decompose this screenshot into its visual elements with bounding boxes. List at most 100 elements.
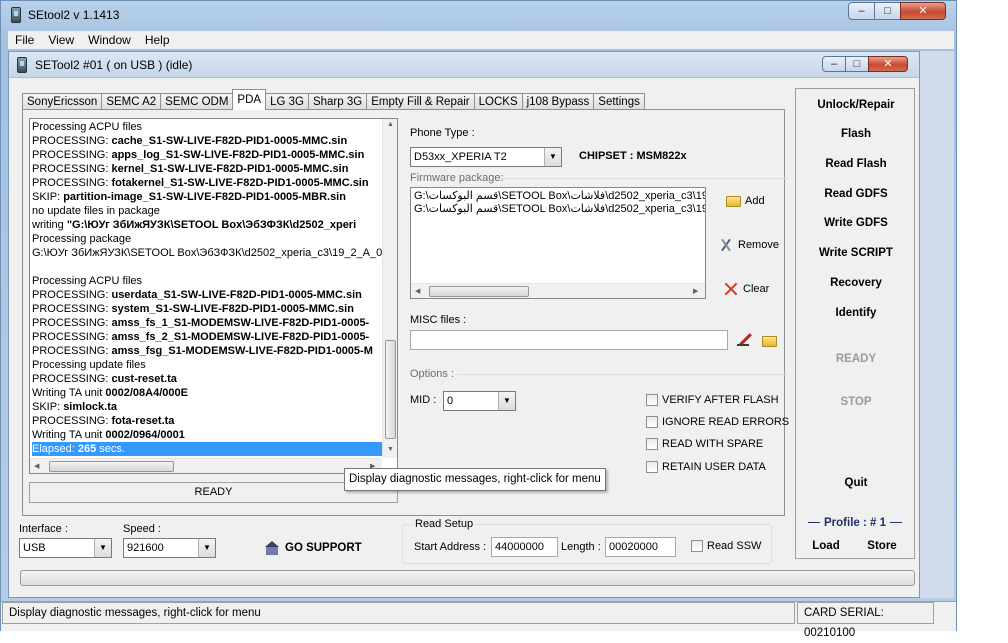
edit-pen-icon[interactable] — [737, 332, 753, 348]
close-button[interactable]: ✕ — [900, 2, 946, 20]
retain-user-data-checkbox[interactable]: RETAIN USER DATA — [646, 461, 766, 473]
tab-locks[interactable]: LOCKS — [473, 93, 523, 110]
log-vertical-scrollbar[interactable]: ▲ ▼ — [382, 119, 397, 458]
scroll-down-arrow-icon[interactable]: ▼ — [383, 446, 397, 453]
checkbox-box — [646, 416, 658, 428]
tab-semc-odm[interactable]: SEMC ODM — [160, 93, 234, 110]
remove-button[interactable]: Remove — [719, 238, 779, 252]
log-line[interactable]: PROCESSING: fotakernel_S1-SW-LIVE-F82D-P… — [32, 176, 382, 190]
tab-pda[interactable]: PDA — [232, 89, 267, 110]
unlock-repair-button[interactable]: Unlock/Repair — [796, 99, 916, 111]
maximize-button[interactable]: □ — [874, 2, 901, 20]
interface-select[interactable]: USB ▼ — [19, 538, 112, 558]
tab-semc-a2[interactable]: SEMC A2 — [101, 93, 162, 110]
go-support-button[interactable]: GO SUPPORT — [265, 541, 362, 555]
recovery-button[interactable]: Recovery — [796, 277, 916, 289]
log-horizontal-scrollbar[interactable]: ◀ ▶ — [30, 458, 382, 473]
log-line[interactable]: PROCESSING: amss_fs_2_S1-MODEMSW-LIVE-F8… — [32, 330, 382, 344]
start-address-input[interactable]: 44000000 — [491, 537, 558, 557]
log-line[interactable]: SKIP: simlock.ta — [32, 400, 382, 414]
quit-button[interactable]: Quit — [796, 477, 916, 489]
menu-view[interactable]: View — [41, 33, 81, 47]
child-close-button[interactable]: ✕ — [868, 56, 908, 72]
phone-type-select[interactable]: D53xx_XPERIA T2 ▼ — [410, 147, 562, 167]
scroll-left-arrow-icon[interactable]: ◀ — [34, 462, 39, 470]
speed-select[interactable]: 921600 ▼ — [123, 538, 216, 558]
log-line[interactable]: G:\ЮУг ЗбИжЯУЗК\SETOOL Box\ЭбЗФЗК\d2502_… — [32, 246, 382, 260]
clear-button[interactable]: Clear — [724, 282, 769, 296]
log-line[interactable] — [32, 260, 382, 274]
log-line-text: G:\ЮУг ЗбИжЯУЗК\SETOOL Box\ЭбЗФЗК\d2502_… — [32, 247, 382, 259]
read-gdfs-button[interactable]: Read GDFS — [796, 188, 916, 200]
log-line[interactable]: PROCESSING: system_S1-SW-LIVE-F82D-PID1-… — [32, 302, 382, 316]
scroll-up-arrow-icon[interactable]: ▲ — [383, 121, 397, 128]
log-line-value: 265 — [77, 443, 97, 455]
log-line-value: kernel_S1-SW-LIVE-F82D-PID1-0005-MMC.sin — [111, 163, 349, 175]
tab-lg-3g[interactable]: LG 3G — [265, 93, 309, 110]
child-minimize-button[interactable]: – — [822, 56, 846, 72]
log-line[interactable]: PROCESSING: amss_fsg_S1-MODEMSW-LIVE-F82… — [32, 344, 382, 358]
log-line[interactable]: SKIP: partition-image_S1-SW-LIVE-F82D-PI… — [32, 190, 382, 204]
log-line[interactable]: PROCESSING: kernel_S1-SW-LIVE-F82D-PID1-… — [32, 162, 382, 176]
minimize-button[interactable]: – — [848, 2, 875, 20]
log-line[interactable]: Processing ACPU files — [32, 274, 382, 288]
menu-help[interactable]: Help — [138, 33, 177, 47]
log-line[interactable]: PROCESSING: userdata_S1-SW-LIVE-F82D-PID… — [32, 288, 382, 302]
log-line-value: cust-reset.ta — [111, 373, 177, 385]
menu-window[interactable]: Window — [81, 33, 138, 47]
log-line-value: fotakernel_S1-SW-LIVE-F82D-PID1-0005-MMC… — [111, 177, 369, 189]
log-line[interactable]: Processing ACPU files — [32, 120, 382, 134]
log-line[interactable]: no update files in package — [32, 204, 382, 218]
tab-empty-fill-repair[interactable]: Empty Fill & Repair — [366, 93, 475, 110]
log-line[interactable]: Writing TA unit 0002/0964/0001 — [32, 428, 382, 442]
log-vscroll-thumb[interactable] — [385, 340, 396, 439]
mdi-background — [920, 51, 954, 598]
log-line[interactable]: PROCESSING: apps_log_S1-SW-LIVE-F82D-PID… — [32, 148, 382, 162]
log-line[interactable]: PROCESSING: amss_fs_1_S1-MODEMSW-LIVE-F8… — [32, 316, 382, 330]
scroll-left-arrow-icon[interactable]: ◀ — [415, 287, 420, 295]
log-line[interactable]: PROCESSING: fota-reset.ta — [32, 414, 382, 428]
tab-sharp-3g[interactable]: Sharp 3G — [307, 93, 368, 110]
status-message: Display diagnostic messages, right-click… — [2, 602, 795, 624]
firmware-file-item[interactable]: G:\قسم البوكسات\SETOOL Box\فلاشات\d2502_… — [411, 190, 705, 203]
write-gdfs-button[interactable]: Write GDFS — [796, 217, 916, 229]
open-folder-icon[interactable] — [762, 336, 777, 347]
firmware-horizontal-scrollbar[interactable]: ◀ ▶ — [411, 283, 705, 298]
menu-file[interactable]: File — [8, 33, 41, 47]
identify-button[interactable]: Identify — [796, 307, 916, 319]
ignore-read-errors-checkbox[interactable]: IGNORE READ ERRORS — [646, 416, 789, 428]
child-maximize-button[interactable]: □ — [845, 56, 869, 72]
write-script-button[interactable]: Write SCRIPT — [796, 247, 916, 259]
mid-select[interactable]: 0 ▼ — [443, 391, 516, 411]
store-profile-button[interactable]: Store — [852, 540, 912, 552]
tab-sonyericsson[interactable]: SonyEricsson — [22, 93, 103, 110]
length-input[interactable]: 00020000 — [605, 537, 676, 557]
firmware-hscroll-thumb[interactable] — [429, 286, 529, 297]
tab-j108-bypass[interactable]: j108 Bypass — [521, 93, 595, 110]
log-line[interactable]: writing "G:\ЮУг ЗбИжЯУЗК\SETOOL Box\ЭбЗФ… — [32, 218, 382, 232]
firmware-list[interactable]: G:\قسم البوكسات\SETOOL Box\فلاشات\d2502_… — [410, 187, 706, 299]
flash-button[interactable]: Flash — [796, 128, 916, 140]
read-ssw-checkbox[interactable]: Read SSW — [691, 540, 761, 552]
tab-settings[interactable]: Settings — [593, 93, 645, 110]
home-icon — [265, 541, 279, 555]
scroll-right-arrow-icon[interactable]: ▶ — [693, 287, 698, 295]
stop-button[interactable]: STOP — [796, 396, 916, 408]
verify-after-flash-checkbox[interactable]: VERIFY AFTER FLASH — [646, 394, 779, 406]
log-box[interactable]: Processing ACPU files PROCESSING: cache_S… — [29, 118, 398, 474]
add-button[interactable]: Add — [726, 195, 765, 207]
load-profile-button[interactable]: Load — [796, 540, 856, 552]
read-flash-button[interactable]: Read Flash — [796, 158, 916, 170]
log-line[interactable]: Processing package — [32, 232, 382, 246]
main-window: SEtool2 v 1.1413 – □ ✕ File View Window … — [0, 0, 957, 639]
log-line[interactable]: PROCESSING: cust-reset.ta — [32, 372, 382, 386]
firmware-file-item[interactable]: G:\قسم البوكسات\SETOOL Box\فلاشات\d2502_… — [411, 203, 705, 216]
log-line[interactable]: Processing update files — [32, 358, 382, 372]
misc-files-input[interactable] — [410, 330, 728, 350]
log-hscroll-thumb[interactable] — [49, 461, 174, 472]
log-line[interactable]: PROCESSING: cache_S1-SW-LIVE-F82D-PID1-0… — [32, 134, 382, 148]
read-with-spare-checkbox[interactable]: READ WITH SPARE — [646, 438, 763, 450]
log-line[interactable]: Writing TA unit 0002/08A4/000E — [32, 386, 382, 400]
log-line-selected[interactable]: Elapsed: 265 secs. — [32, 442, 382, 456]
log-line-text: no update files in package — [32, 205, 160, 217]
